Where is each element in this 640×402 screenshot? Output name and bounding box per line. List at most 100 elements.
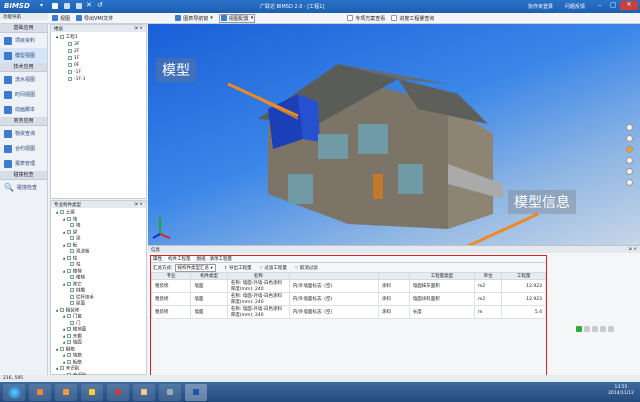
pin-close-icons[interactable]: ⇲ ×: [134, 26, 143, 31]
tab-drawings[interactable]: 图纸: [197, 256, 206, 262]
sidebar-item-material[interactable]: 物资查询: [0, 126, 47, 141]
sidebar-item-model-view[interactable]: 模型视图: [0, 48, 47, 63]
refresh-icon[interactable]: [576, 326, 582, 332]
print-icon[interactable]: [76, 3, 82, 9]
tree-item[interactable]: 2F: [54, 48, 143, 55]
checkbox[interactable]: [66, 327, 71, 331]
column-header[interactable]: 单位: [473, 272, 503, 280]
save-icon[interactable]: [52, 3, 58, 9]
tool-icon[interactable]: [600, 326, 606, 332]
checkbox[interactable]: [59, 307, 64, 312]
checkbox[interactable]: [70, 249, 74, 253]
pin-close-icons[interactable]: ⇲ ×: [628, 247, 637, 252]
fit-icon[interactable]: [626, 179, 633, 186]
minimize-button[interactable]: –: [598, 1, 602, 9]
tool-icon[interactable]: [592, 326, 598, 332]
tool-icon[interactable]: [584, 326, 590, 332]
zoom-in-icon[interactable]: [626, 157, 633, 164]
tree-item[interactable]: 3F: [54, 41, 143, 48]
view-button[interactable]: 视图: [52, 15, 70, 22]
tree-item[interactable]: ▴ 工程1: [54, 34, 143, 41]
nav-dropdown[interactable]: 图表导航窗 ▾: [175, 15, 213, 22]
progress-query-button[interactable]: 进度工程量查询: [391, 15, 434, 22]
checkbox[interactable]: [66, 281, 71, 286]
sidebar-item-contract[interactable]: 合约视图: [0, 141, 47, 156]
column-header[interactable]: [288, 272, 380, 280]
checkbox[interactable]: [70, 301, 74, 305]
checkbox[interactable]: [70, 294, 74, 299]
sidebar-item-flow-view[interactable]: 流水视图: [0, 72, 47, 87]
checkbox[interactable]: [66, 359, 71, 364]
checkbox[interactable]: [70, 223, 74, 227]
checkbox[interactable]: [66, 216, 71, 221]
column-header[interactable]: 专业: [150, 272, 192, 280]
checkbox[interactable]: [59, 346, 64, 351]
checkbox[interactable]: [59, 34, 64, 39]
app-icon[interactable]: [81, 383, 103, 401]
checkbox[interactable]: [70, 262, 74, 266]
checkbox[interactable]: [68, 41, 72, 46]
rotate-icon[interactable]: [626, 146, 633, 153]
checkbox[interactable]: [66, 242, 71, 247]
column-header[interactable]: 构件类型: [190, 272, 228, 280]
section-basic[interactable]: 基础应用: [0, 24, 47, 33]
section-business[interactable]: 商务应用: [0, 117, 47, 126]
clear-filter-button[interactable]: ▽ 取消过滤: [295, 265, 318, 271]
cloud-login[interactable]: 协作未登录: [528, 3, 553, 10]
3d-viewport[interactable]: 模型 模型信息: [148, 24, 640, 264]
tools-icon[interactable]: ✕: [86, 1, 92, 9]
checkbox[interactable]: [70, 320, 74, 325]
sidebar-item-report[interactable]: 报表管理: [0, 156, 47, 171]
zoom-out-icon[interactable]: [626, 168, 633, 175]
table-row[interactable]: 粗装修 墙面 名称: 墙面-外墙-白色涂料 厚度(mm): 240 内/外墙面标志: …: [150, 279, 546, 293]
explorer-icon[interactable]: [133, 383, 155, 401]
checkbox[interactable]: [66, 268, 71, 273]
checkbox[interactable]: [66, 255, 71, 260]
checkbox[interactable]: [66, 314, 71, 318]
checkbox[interactable]: [66, 229, 71, 234]
undo-icon[interactable]: ↺: [97, 1, 103, 9]
app-icon[interactable]: [159, 383, 181, 401]
checkbox[interactable]: [66, 353, 71, 357]
column-header[interactable]: [378, 272, 410, 280]
view-config-dropdown[interactable]: 视图配置 ▾: [218, 13, 256, 23]
bimsd-taskbar-button[interactable]: [185, 383, 207, 401]
checkbox[interactable]: [70, 288, 74, 292]
sidebar-item-time-view[interactable]: 时间视图: [0, 87, 47, 102]
menu-chevron-icon[interactable]: ▾: [40, 2, 43, 9]
open-icon[interactable]: [64, 3, 70, 9]
sidebar-item-animation[interactable]: 动画脚本: [0, 102, 47, 117]
select-icon[interactable]: [626, 124, 633, 131]
tab-props[interactable]: 属性: [153, 256, 162, 262]
checkbox[interactable]: [59, 210, 64, 214]
checkbox[interactable]: [70, 275, 74, 279]
tool-icon[interactable]: [608, 326, 614, 332]
checkbox[interactable]: [68, 55, 72, 60]
app-icon[interactable]: [29, 383, 51, 401]
export-vmi-button[interactable]: 导出VMI文件: [76, 15, 113, 22]
tree-item[interactable]: 0F: [54, 62, 143, 69]
checkbox[interactable]: [68, 69, 72, 74]
chrome-icon[interactable]: [107, 383, 129, 401]
sidebar-item-project-docs[interactable]: 项目资料: [0, 33, 47, 48]
section-clash[interactable]: 碰撞检查: [0, 171, 47, 180]
column-header[interactable]: 名称: [226, 272, 290, 280]
table-row[interactable]: 粗装修 墙面 名称: 墙面-外墙-白色涂料 厚度(mm): 240 内/外墙面标志: …: [150, 305, 546, 319]
checkbox[interactable]: [70, 236, 74, 240]
column-header[interactable]: 工程量类型: [408, 272, 475, 280]
pan-icon[interactable]: [626, 135, 633, 142]
tab-bill-qty[interactable]: 清单工程量: [210, 256, 233, 262]
tab-component-qty[interactable]: 构件工程量: [166, 256, 193, 262]
tree-item[interactable]: -1F-1: [54, 76, 143, 83]
pin-close-icons[interactable]: ⇲ ×: [134, 202, 143, 207]
feedback-link[interactable]: 问题反馈: [565, 3, 585, 10]
checkbox[interactable]: [59, 366, 64, 370]
checkbox[interactable]: [66, 340, 71, 344]
checkbox[interactable]: [66, 333, 71, 338]
checkbox[interactable]: [68, 62, 72, 67]
checkbox[interactable]: [68, 76, 72, 81]
tree-item[interactable]: 1F: [54, 55, 143, 62]
export-qty-button[interactable]: ⇪ 导出工程量: [224, 265, 252, 271]
checkbox[interactable]: [68, 48, 72, 53]
filter-qty-button[interactable]: ▽ 过滤工程量: [259, 265, 286, 271]
